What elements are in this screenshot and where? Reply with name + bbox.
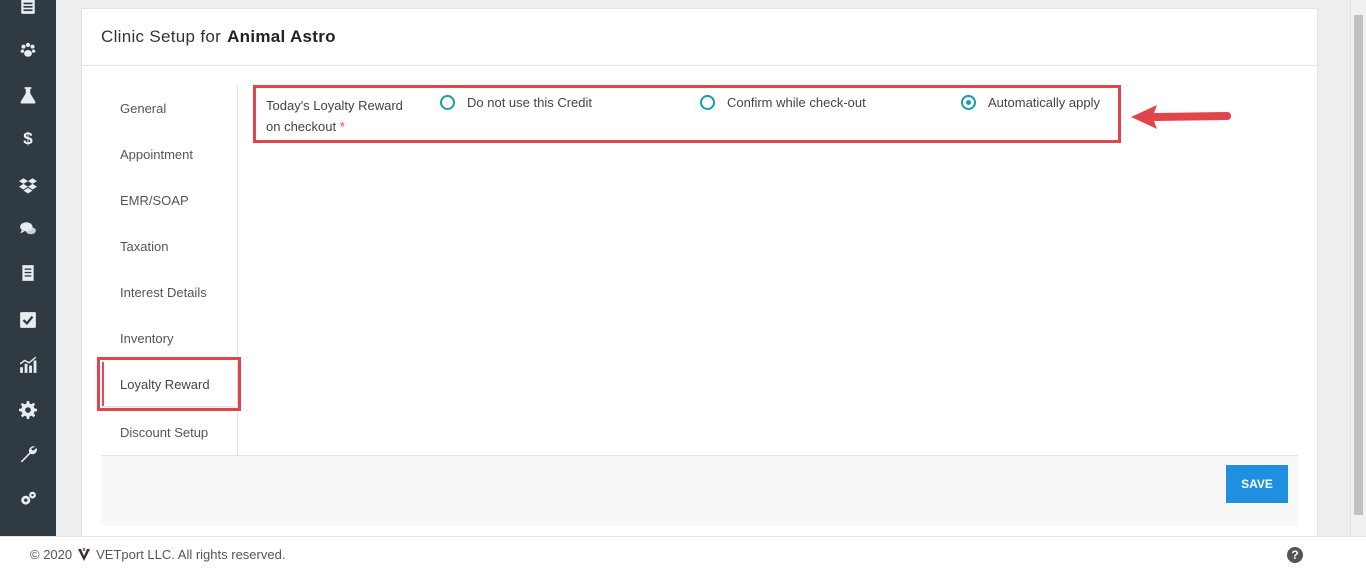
help-glyph: ? bbox=[1291, 548, 1299, 562]
tab-emr-soap[interactable]: EMR/SOAP bbox=[120, 193, 189, 208]
tab-inventory[interactable]: Inventory bbox=[120, 331, 173, 346]
page-scrollbar[interactable] bbox=[1350, 0, 1366, 536]
radio-option-confirm-checkout[interactable]: Confirm while check-out bbox=[700, 95, 866, 110]
flask-icon[interactable] bbox=[18, 85, 38, 105]
loyalty-field-label: Today's Loyalty Reward on checkout * bbox=[266, 95, 416, 137]
tab-discount-setup[interactable]: Discount Setup bbox=[120, 425, 208, 440]
clinic-setup-card: Clinic Setup for Animal Astro General Ap… bbox=[81, 8, 1318, 568]
gears-icon[interactable] bbox=[18, 489, 38, 509]
page-title: Clinic Setup for Animal Astro bbox=[82, 9, 1317, 66]
tab-loyalty-reward[interactable]: Loyalty Reward bbox=[102, 362, 237, 406]
left-nav-sidebar: $ bbox=[0, 0, 56, 536]
tab-taxation[interactable]: Taxation bbox=[120, 239, 168, 254]
radio-do-not-use-label: Do not use this Credit bbox=[467, 95, 593, 110]
chart-icon[interactable] bbox=[18, 355, 38, 375]
radio-confirm-checkout[interactable] bbox=[700, 95, 715, 110]
copyright: © 2020 VETport LLC. All rights reserved. bbox=[30, 547, 285, 562]
checklist-icon[interactable] bbox=[18, 310, 38, 330]
required-mark: * bbox=[339, 119, 345, 134]
page-footer: © 2020 VETport LLC. All rights reserved.… bbox=[0, 536, 1366, 573]
gear-icon[interactable] bbox=[18, 400, 38, 420]
dollar-icon[interactable]: $ bbox=[18, 129, 38, 149]
form-actions-bar: SAVE bbox=[101, 455, 1298, 526]
tab-loyalty-reward-label: Loyalty Reward bbox=[120, 377, 210, 392]
help-icon[interactable]: ? bbox=[1287, 547, 1303, 563]
tab-interest-details[interactable]: Interest Details bbox=[120, 285, 207, 300]
radio-automatically-apply[interactable] bbox=[961, 95, 976, 110]
copyright-year: © 2020 bbox=[30, 547, 73, 562]
radio-option-do-not-use[interactable]: Do not use this Credit bbox=[440, 95, 592, 110]
radio-do-not-use[interactable] bbox=[440, 95, 455, 110]
tab-general[interactable]: General bbox=[120, 101, 166, 116]
dollar-glyph: $ bbox=[23, 129, 33, 148]
paw-icon[interactable] bbox=[18, 40, 38, 60]
wrench-icon[interactable] bbox=[18, 444, 38, 464]
annotation-arrow-icon bbox=[1131, 105, 1231, 129]
chat-icon[interactable] bbox=[18, 219, 38, 239]
radio-automatically-apply-label: Automatically apply bbox=[988, 95, 1100, 110]
page-title-prefix: Clinic Setup for bbox=[101, 27, 222, 46]
document-icon[interactable] bbox=[18, 263, 38, 283]
save-button[interactable]: SAVE bbox=[1226, 465, 1288, 503]
vetport-logo-icon bbox=[78, 547, 91, 561]
radio-confirm-checkout-label: Confirm while check-out bbox=[727, 95, 866, 110]
clinic-name: Animal Astro bbox=[227, 27, 336, 46]
company-text: VETport LLC. All rights reserved. bbox=[96, 547, 286, 562]
dropbox-icon[interactable] bbox=[18, 175, 38, 195]
scrollbar-thumb[interactable] bbox=[1354, 15, 1363, 515]
loyalty-field-label-text: Today's Loyalty Reward on checkout bbox=[266, 98, 403, 134]
calendar-icon[interactable] bbox=[18, 0, 38, 16]
tab-appointment[interactable]: Appointment bbox=[120, 147, 193, 162]
radio-option-automatically-apply[interactable]: Automatically apply bbox=[961, 95, 1100, 110]
